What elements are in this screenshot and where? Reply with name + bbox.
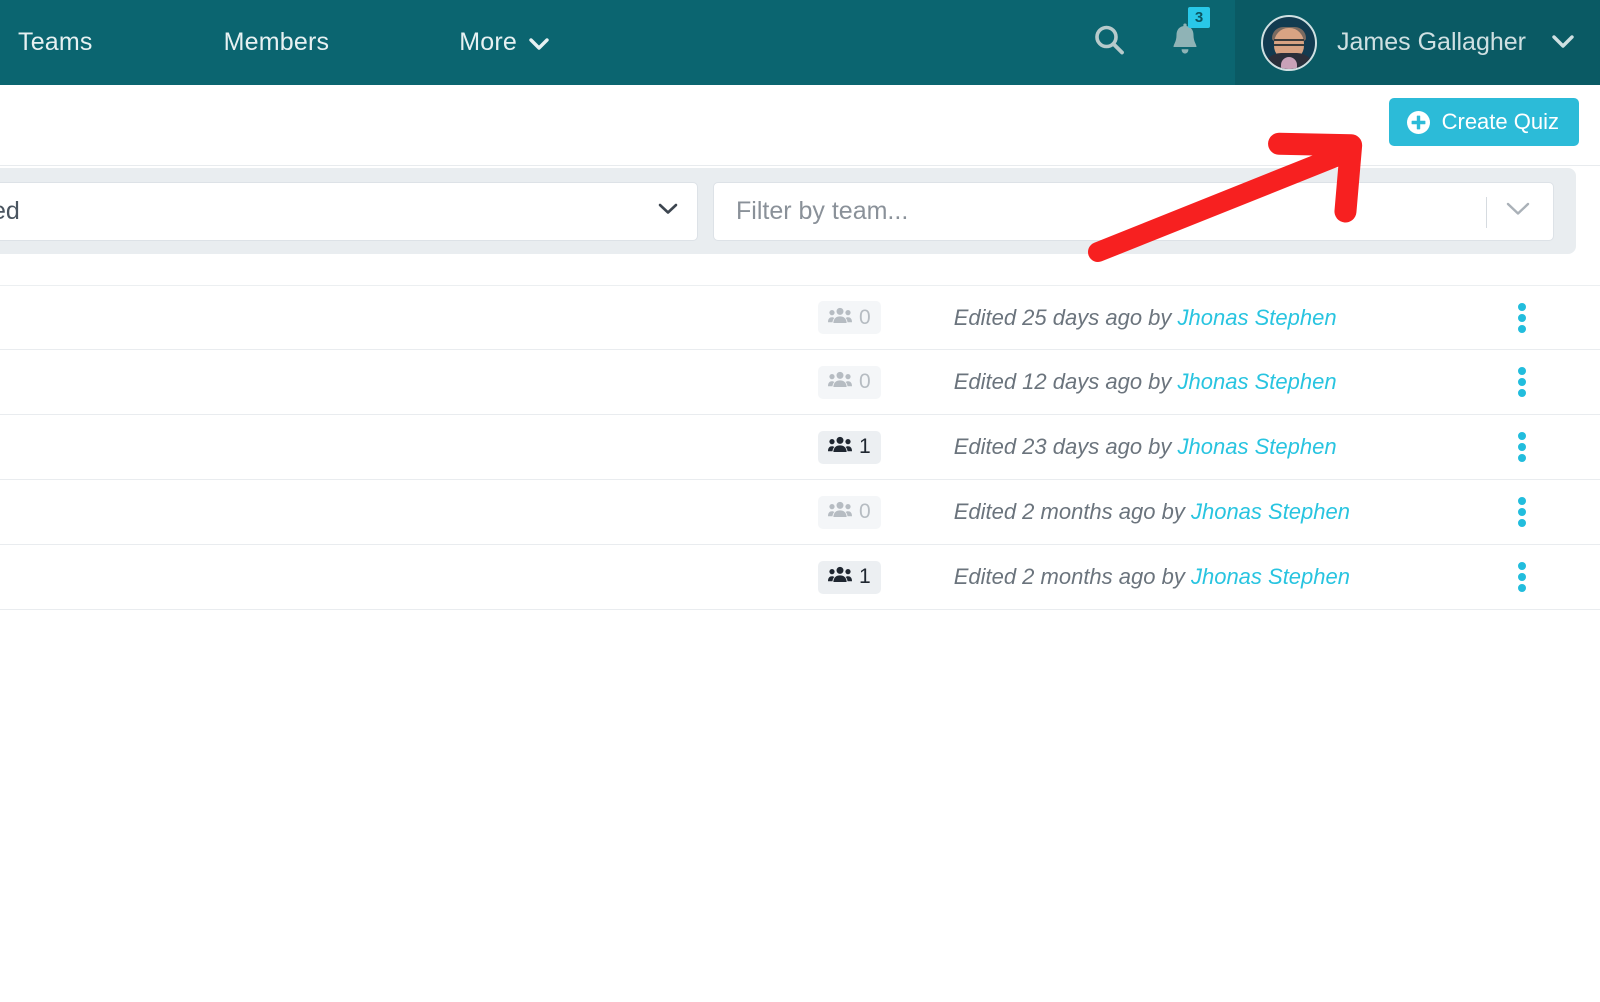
search-button[interactable] bbox=[1079, 0, 1139, 85]
edited-prefix: Edited 23 days ago by bbox=[953, 434, 1172, 459]
action-bar: Create Quiz bbox=[0, 85, 1600, 166]
create-quiz-button-label: Create Quiz bbox=[1441, 109, 1559, 134]
table-row[interactable]: 0 Edited 25 days ago by Jhonas Stephen bbox=[0, 285, 1600, 350]
notifications-button[interactable]: 3 bbox=[1157, 0, 1213, 85]
edited-info: Edited 23 days ago by Jhonas Stephen bbox=[954, 434, 1337, 460]
edited-author-link[interactable]: Jhonas Stephen bbox=[1178, 369, 1337, 394]
chevron-down-icon bbox=[1505, 201, 1531, 222]
vertical-dots-icon[interactable] bbox=[1509, 365, 1535, 399]
user-name-label: James Gallagher bbox=[1337, 28, 1526, 56]
members-count-badge: 0 bbox=[818, 495, 881, 529]
nav-item-teams[interactable]: Teams bbox=[18, 28, 93, 57]
main-nav-links: Teams Members More bbox=[0, 0, 549, 85]
edited-prefix: Edited 2 months ago by bbox=[953, 564, 1185, 589]
edited-info: Edited 25 days ago by Jhonas Stephen bbox=[954, 305, 1337, 331]
members-count-badge: 1 bbox=[818, 430, 881, 464]
edited-author-link[interactable]: Jhonas Stephen bbox=[1178, 305, 1337, 330]
table-row[interactable]: 1 Edited 2 months ago by Jhonas Stephen bbox=[0, 545, 1600, 610]
vertical-dots-icon[interactable] bbox=[1509, 495, 1535, 529]
nav-item-members-label: Members bbox=[223, 28, 330, 56]
chevron-down-icon bbox=[658, 202, 678, 220]
members-count-value: 1 bbox=[859, 565, 871, 588]
nav-item-teams-label: Teams bbox=[18, 28, 93, 56]
edited-prefix: Edited 25 days ago by bbox=[953, 304, 1172, 330]
select-divider bbox=[1486, 196, 1487, 228]
table-row[interactable]: 0 Edited 12 days ago by Jhonas Stephen bbox=[0, 350, 1600, 415]
team-filter-select[interactable]: Filter by team... bbox=[713, 181, 1554, 241]
filter-bar: ted Filter by team... bbox=[0, 168, 1576, 254]
nav-item-members[interactable]: Members bbox=[224, 28, 330, 57]
members-count-badge: 0 bbox=[818, 301, 881, 334]
search-icon bbox=[1092, 23, 1126, 62]
avatar bbox=[1261, 14, 1318, 71]
edited-prefix: Edited 12 days ago by bbox=[953, 369, 1172, 394]
members-count-badge: 0 bbox=[818, 365, 881, 399]
team-filter-placeholder: Filter by team... bbox=[736, 196, 909, 225]
top-navigation-bar: Teams Members More 3 James Gallagher bbox=[0, 0, 1600, 85]
edited-info: Edited 2 months ago by Jhonas Stephen bbox=[954, 499, 1350, 525]
vertical-dots-icon[interactable] bbox=[1509, 301, 1535, 335]
topbar-right-cluster: 3 James Gallagher bbox=[1079, 0, 1600, 85]
users-group-icon bbox=[828, 306, 852, 330]
users-group-icon bbox=[828, 565, 852, 589]
edited-author-link[interactable]: Jhonas Stephen bbox=[1178, 434, 1337, 459]
edited-info: Edited 2 months ago by Jhonas Stephen bbox=[954, 564, 1350, 590]
users-group-icon bbox=[828, 500, 852, 524]
vertical-dots-icon[interactable] bbox=[1509, 560, 1535, 594]
chevron-down-icon bbox=[529, 37, 549, 51]
table-row[interactable]: 0 Edited 2 months ago by Jhonas Stephen bbox=[0, 480, 1600, 545]
notification-badge: 3 bbox=[1188, 7, 1211, 28]
members-count-badge: 1 bbox=[818, 560, 881, 594]
users-group-icon bbox=[828, 435, 852, 459]
sort-select[interactable]: ted bbox=[0, 181, 698, 241]
members-count-value: 0 bbox=[859, 500, 871, 523]
plus-circle-icon bbox=[1406, 110, 1431, 135]
sort-select-value: ted bbox=[0, 196, 20, 225]
members-count-value: 0 bbox=[859, 305, 871, 329]
bell-icon bbox=[1169, 23, 1201, 62]
edited-author-link[interactable]: Jhonas Stephen bbox=[1191, 499, 1350, 524]
edited-info: Edited 12 days ago by Jhonas Stephen bbox=[954, 369, 1337, 395]
edited-author-link[interactable]: Jhonas Stephen bbox=[1191, 564, 1350, 589]
chevron-down-icon bbox=[1552, 34, 1574, 54]
create-quiz-button[interactable]: Create Quiz bbox=[1388, 98, 1579, 146]
nav-item-more-label: More bbox=[459, 28, 517, 56]
vertical-dots-icon[interactable] bbox=[1509, 430, 1535, 464]
members-count-value: 0 bbox=[859, 370, 871, 393]
members-count-value: 1 bbox=[859, 435, 871, 458]
user-menu[interactable]: James Gallagher bbox=[1235, 0, 1600, 85]
nav-item-more[interactable]: More bbox=[459, 28, 549, 57]
table-row[interactable]: 1 Edited 23 days ago by Jhonas Stephen bbox=[0, 415, 1600, 480]
edited-prefix: Edited 2 months ago by bbox=[953, 499, 1185, 524]
quiz-list: 0 Edited 25 days ago by Jhonas Stephen 0… bbox=[0, 285, 1600, 610]
users-group-icon bbox=[828, 370, 852, 394]
